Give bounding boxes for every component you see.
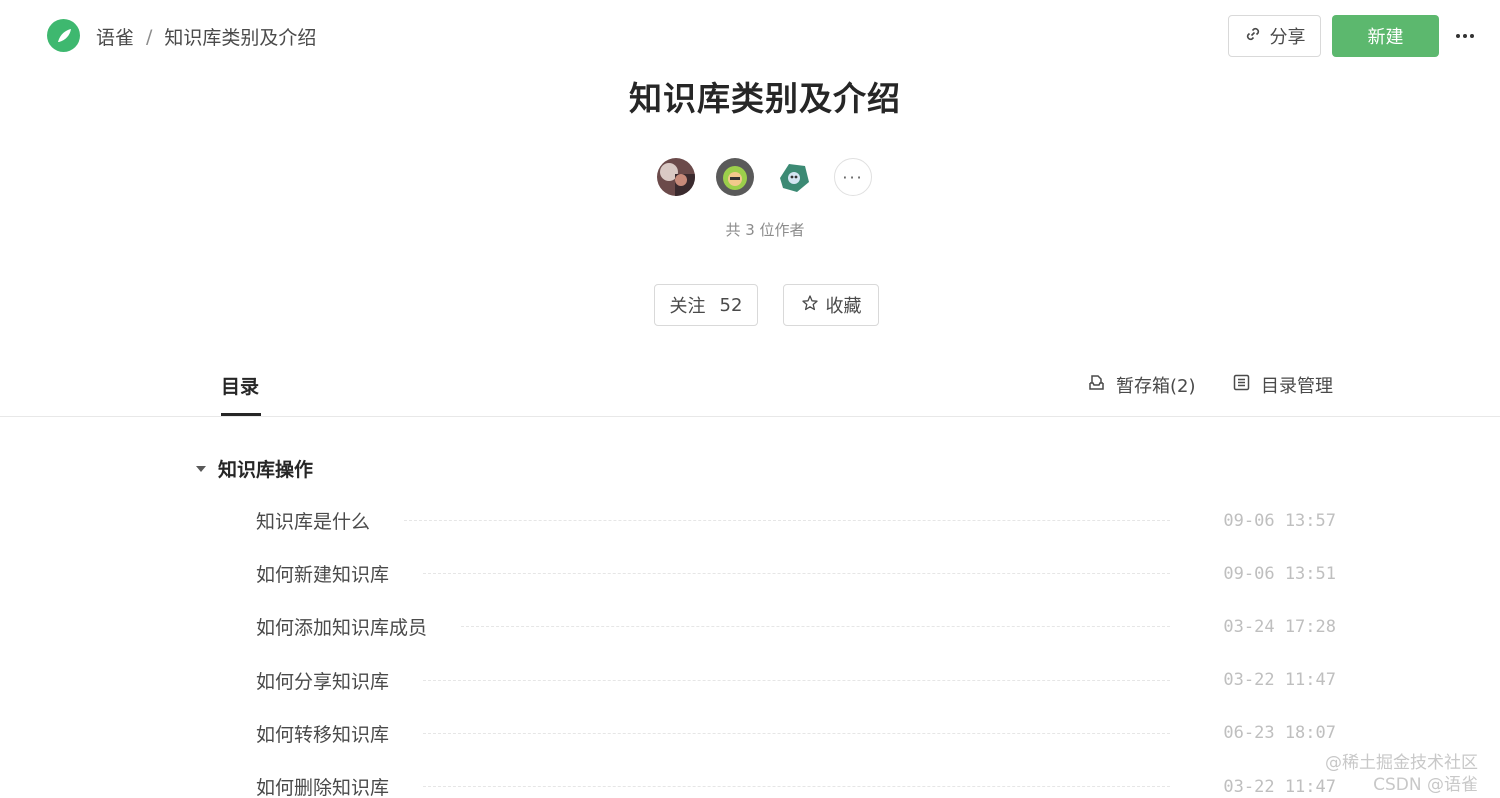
share-button[interactable]: 分享 xyxy=(1228,15,1321,57)
more-authors-icon[interactable]: ··· xyxy=(834,158,872,196)
catalog-group[interactable]: 知识库操作 xyxy=(196,455,313,482)
link-icon xyxy=(1244,25,1262,48)
new-button[interactable]: 新建 xyxy=(1332,15,1439,57)
doc-title[interactable]: 如何分享知识库 xyxy=(256,667,389,694)
dashed-divider xyxy=(404,520,1170,522)
watermark: @稀土掘金技术社区 CSDN @语雀 xyxy=(1325,752,1478,796)
doc-time: 03-24 17:28 xyxy=(1223,616,1336,637)
tab-catalog[interactable]: 目录 xyxy=(221,372,259,399)
watermark-line: CSDN @语雀 xyxy=(1373,775,1478,795)
catalog-group-title: 知识库操作 xyxy=(218,459,314,481)
list-item[interactable]: 如何分享知识库 03-22 11:47 xyxy=(256,654,1336,707)
list-item[interactable]: 如何转移知识库 06-23 18:07 xyxy=(256,707,1336,760)
favorite-label: 收藏 xyxy=(825,296,862,317)
tab-active-indicator xyxy=(221,413,261,416)
star-icon xyxy=(801,294,819,317)
catalog-manage-button[interactable]: 目录管理 xyxy=(1232,372,1333,398)
avatar[interactable] xyxy=(657,158,695,196)
favorite-button[interactable]: 收藏 xyxy=(783,284,879,326)
doc-time: 03-22 11:47 xyxy=(1223,670,1336,691)
list-item[interactable]: 知识库是什么 09-06 13:57 xyxy=(256,494,1336,547)
drafts-button[interactable]: 暂存箱(2) xyxy=(1087,372,1196,398)
list-item[interactable]: 如何添加知识库成员 03-24 17:28 xyxy=(256,600,1336,653)
authors-avatars: ··· xyxy=(657,158,872,196)
breadcrumb-app[interactable]: 语雀 xyxy=(96,23,134,50)
book-actions: 关注 52 收藏 xyxy=(654,284,879,326)
doc-time: 06-23 18:07 xyxy=(1223,723,1336,744)
doc-time: 09-06 13:57 xyxy=(1223,510,1336,531)
tab-bar: 目录 暂存箱(2) 目录管理 xyxy=(0,360,1500,417)
dashed-divider xyxy=(423,573,1170,575)
doc-title[interactable]: 如何新建知识库 xyxy=(256,560,389,587)
more-options-icon[interactable] xyxy=(1452,24,1478,48)
breadcrumb-separator: / xyxy=(146,25,153,48)
breadcrumb: 语雀 / 知识库类别及介绍 xyxy=(96,23,316,50)
avatar[interactable] xyxy=(775,158,813,196)
doc-title[interactable]: 如何删除知识库 xyxy=(256,773,389,798)
follow-count: 52 xyxy=(719,294,743,316)
yuque-logo-icon[interactable] xyxy=(47,19,80,52)
inbox-icon xyxy=(1087,373,1106,397)
dashed-divider xyxy=(423,786,1170,788)
drafts-label: 暂存箱(2) xyxy=(1116,376,1196,397)
dashed-divider xyxy=(423,732,1170,734)
dashed-divider xyxy=(423,679,1170,681)
doc-title[interactable]: 如何添加知识库成员 xyxy=(256,613,427,640)
watermark-line: @稀土掘金技术社区 xyxy=(1325,753,1478,773)
book-title: 知识库类别及介绍 xyxy=(629,79,901,118)
share-label: 分享 xyxy=(1269,27,1306,48)
catalog-manage-label: 目录管理 xyxy=(1261,376,1333,397)
caret-down-icon[interactable] xyxy=(196,465,206,472)
authors-count: 共 3 位作者 xyxy=(725,221,805,239)
follow-button[interactable]: 关注 52 xyxy=(654,284,758,326)
doc-time: 09-06 13:51 xyxy=(1223,563,1336,584)
doc-list: 知识库是什么 09-06 13:57 如何新建知识库 09-06 13:51 如… xyxy=(256,494,1336,798)
follow-label: 关注 xyxy=(669,296,706,317)
list-item[interactable]: 如何删除知识库 03-22 11:47 xyxy=(256,760,1336,798)
top-header: 语雀 / 知识库类别及介绍 分享 新建 xyxy=(0,0,1500,72)
doc-time: 03-22 11:47 xyxy=(1223,776,1336,797)
avatar[interactable] xyxy=(716,158,754,196)
list-icon xyxy=(1232,373,1251,397)
breadcrumb-book[interactable]: 知识库类别及介绍 xyxy=(164,23,316,50)
dashed-divider xyxy=(461,626,1170,628)
doc-title[interactable]: 知识库是什么 xyxy=(256,507,370,534)
list-item[interactable]: 如何新建知识库 09-06 13:51 xyxy=(256,547,1336,600)
doc-title[interactable]: 如何转移知识库 xyxy=(256,720,389,747)
